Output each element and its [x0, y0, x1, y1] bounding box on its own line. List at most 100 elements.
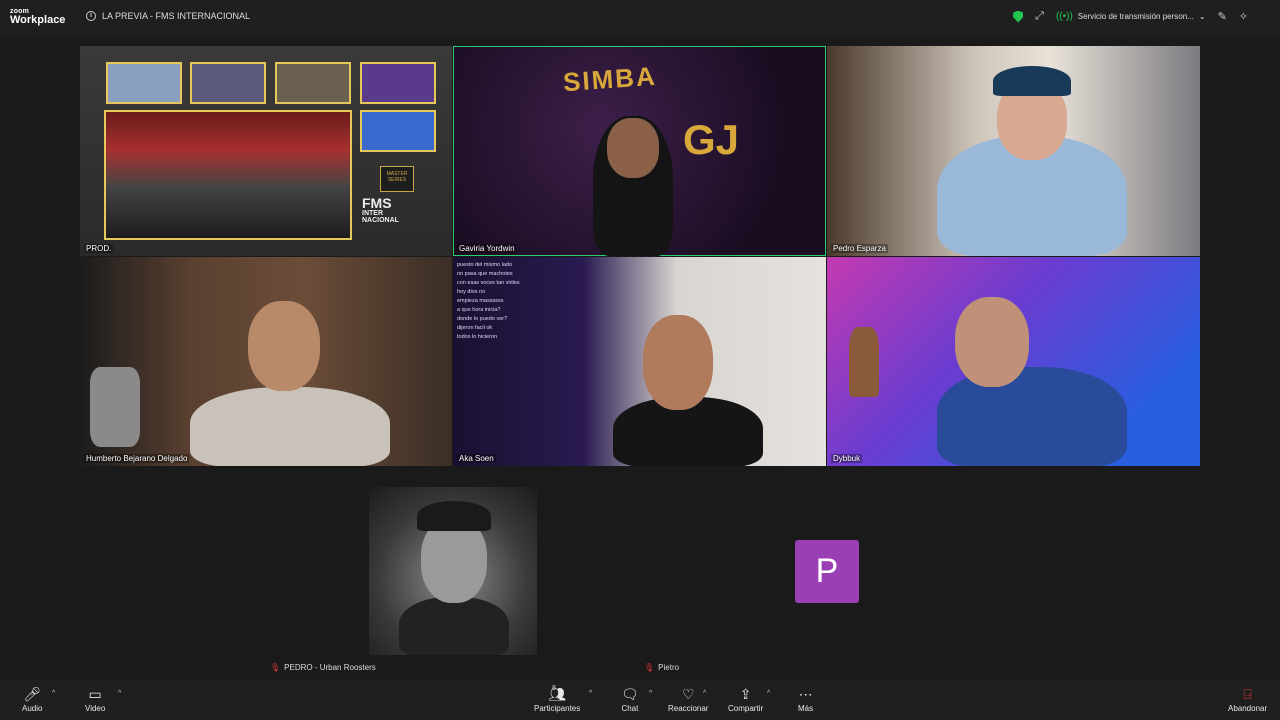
participant-name: Pietro: [658, 663, 680, 672]
chat-line: dijeron facil ok: [457, 325, 493, 331]
profile-picture[interactable]: [369, 487, 537, 655]
mic-muted-icon: 🎙︎: [270, 663, 281, 672]
composite-thumbnail: [360, 62, 436, 104]
more-dots-icon: ⋯: [798, 686, 813, 702]
chat-button[interactable]: 🗨︎ Chat: [621, 686, 639, 713]
video-tile[interactable]: Pedro Esparza: [827, 46, 1200, 256]
video-tile[interactable]: Humberto Bejarano Delgado: [80, 257, 452, 466]
chat-overlay: puesto del mismo lado no pasa que machot…: [453, 257, 583, 466]
leave-icon: ⍈: [1243, 686, 1252, 702]
chat-line: no pasa que machotes: [457, 271, 513, 277]
stream-label: Servicio de transmisión person...: [1077, 12, 1194, 21]
fms-logo-line3: NACIONAL: [362, 217, 399, 224]
microphone-icon: 🎤︎: [23, 686, 42, 702]
video-button[interactable]: ▭ Video: [85, 686, 105, 713]
more-button[interactable]: ⋯ Más: [798, 686, 813, 713]
fms-logo: FMS INTER NACIONAL: [362, 196, 399, 224]
streaming-status[interactable]: ((•)) Servicio de transmisión person... …: [1056, 11, 1206, 22]
react-label: Reaccionar: [668, 704, 709, 713]
fms-logo-line2: INTER: [362, 210, 383, 217]
participant-face: [643, 315, 713, 410]
camera-icon: ▭: [88, 686, 102, 702]
annotate-pen-icon[interactable]: ✎: [1218, 10, 1227, 23]
expand-icon[interactable]: ⤢: [1035, 10, 1044, 23]
chat-line: puesto del mismo lado: [457, 262, 513, 268]
audio-options-chevron-icon[interactable]: ^: [52, 690, 55, 697]
live-stream-icon: ((•)): [1055, 11, 1073, 22]
video-tile-prod[interactable]: MASTER SERIES FMS INTER NACIONAL PROD.: [80, 46, 452, 256]
participants-icon: 👥︎: [548, 686, 567, 702]
graffiti-wall: SIMBA: [562, 60, 658, 98]
participant-face: [248, 301, 320, 391]
participants-count: 8: [552, 685, 556, 692]
audio-label: Audio: [22, 704, 43, 713]
share-screen-icon: ⇪: [739, 686, 752, 702]
chat-bubble-icon: 🗨︎: [621, 686, 639, 702]
chat-line: empieza massssss: [457, 298, 504, 304]
composite-thumbnail: [275, 62, 351, 104]
sparkle-icon[interactable]: ✧: [1239, 10, 1248, 23]
participants-label: Participantes: [534, 704, 581, 713]
participant-label: 🎙︎ PEDRO - Urban Roosters: [270, 663, 376, 672]
participant-name: Humberto Bejarano Delgado: [84, 454, 190, 463]
chat-line: con esas voces tan viriles: [457, 280, 520, 286]
participants-button[interactable]: 👥︎ 8 Participantes: [534, 685, 581, 713]
meeting-title: LA PREVIA - FMS INTERNACIONAL: [102, 11, 251, 21]
more-label: Más: [798, 704, 814, 713]
share-options-chevron-icon[interactable]: ^: [767, 690, 770, 697]
leave-label: Abandonar: [1228, 704, 1268, 713]
meeting-info[interactable]: i LA PREVIA - FMS INTERNACIONAL: [86, 11, 250, 21]
participant-figure: [937, 367, 1127, 466]
chat-options-chevron-icon[interactable]: ^: [649, 690, 652, 697]
zoom-logo: zoom Workplace: [10, 8, 65, 26]
share-button[interactable]: ⇪ Compartir: [728, 686, 763, 713]
chevron-down-icon: ⌄: [1198, 12, 1206, 21]
video-options-chevron-icon[interactable]: ^: [118, 690, 121, 697]
mic-muted-icon: 🎙︎: [644, 663, 655, 672]
chat-line: donde lo puedo ver?: [457, 316, 508, 322]
react-options-chevron-icon[interactable]: ^: [703, 690, 706, 697]
participant-name: Aka Soen: [457, 454, 496, 463]
leave-button[interactable]: ⍈ Abandonar: [1228, 686, 1267, 713]
participant-name: PEDRO - Urban Roosters: [284, 663, 376, 672]
encryption-shield-icon[interactable]: [1013, 10, 1024, 23]
avatar[interactable]: P: [795, 540, 859, 603]
heart-icon: ♡: [681, 686, 695, 702]
participant-name: Gaviria Yordwin: [457, 244, 517, 253]
cap: [417, 501, 491, 531]
participant-label: 🎙︎ Pietro: [644, 663, 679, 672]
participants-options-chevron-icon[interactable]: ^: [589, 690, 592, 697]
composite-thumbnail: [106, 62, 182, 104]
graffiti-wall: GJ: [683, 116, 740, 163]
meeting-toolbar: 🎤︎ Audio ^ ▭ Video ^ 👥︎ 8 Participantes …: [0, 680, 1280, 720]
composite-thumbnail: [360, 110, 436, 152]
fms-logo-line1: FMS: [362, 195, 392, 211]
top-right-controls: ⤢ ((•)) Servicio de transmisión person..…: [1013, 10, 1248, 23]
chat-label: Chat: [621, 704, 639, 713]
video-tile-active-speaker[interactable]: SIMBA GJ Gaviria Yordwin: [453, 46, 826, 256]
video-tile[interactable]: puesto del mismo lado no pasa que machot…: [453, 257, 826, 466]
stage-image: [104, 110, 352, 240]
cap: [993, 66, 1071, 96]
video-label: Video: [85, 704, 106, 713]
share-label: Compartir: [728, 704, 764, 713]
logo-product: Workplace: [10, 14, 66, 26]
master-series-logo: MASTER SERIES: [380, 166, 414, 192]
video-tile[interactable]: Dybbuk: [827, 257, 1200, 466]
chat-line: a que hora inicia?: [457, 307, 501, 313]
trophy: [849, 327, 879, 397]
chat-line: todos lo hicieron: [457, 334, 498, 340]
participant-figure: [399, 597, 509, 655]
participant-face: [607, 118, 659, 178]
participant-name: PROD.: [84, 244, 114, 253]
info-icon[interactable]: i: [86, 11, 96, 21]
composite-thumbnail: [190, 62, 266, 104]
participant-name: Pedro Esparza: [831, 244, 888, 253]
participant-figure: [190, 387, 390, 466]
audio-button[interactable]: 🎤︎ Audio: [22, 686, 42, 713]
top-bar: zoom Workplace i LA PREVIA - FMS INTERNA…: [0, 0, 1280, 36]
chat-line: hoy dios no: [457, 289, 486, 295]
participant-face: [955, 297, 1029, 387]
studio-microphone: [90, 367, 140, 447]
participant-name: Dybbuk: [831, 454, 863, 463]
